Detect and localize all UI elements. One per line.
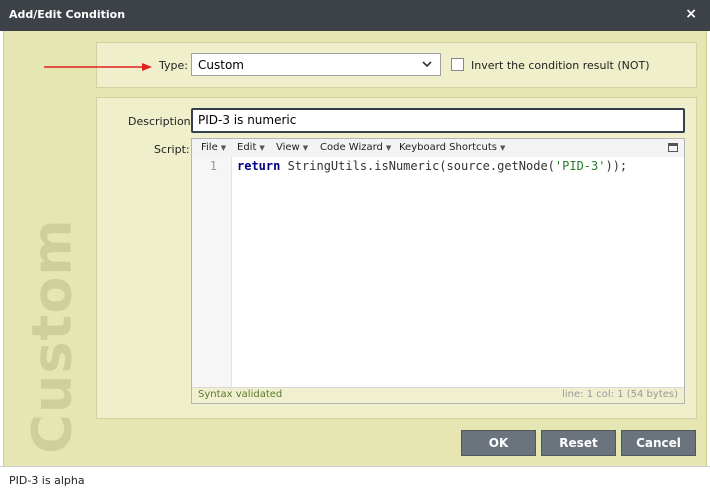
invert-checkbox[interactable] <box>451 58 464 71</box>
menu-code-wizard-label: Code Wizard <box>320 142 383 153</box>
caret-down-icon: ▼ <box>220 144 227 152</box>
description-label: Description: <box>128 115 195 128</box>
menu-keyboard-shortcuts[interactable]: Keyboard Shortcuts ▼ <box>399 142 505 153</box>
code-line: return StringUtils.isNumeric(source.getN… <box>237 159 627 173</box>
code-string: 'PID-3' <box>554 159 606 173</box>
line-gutter: 1 <box>192 157 232 387</box>
menu-code-wizard[interactable]: Code Wizard ▼ <box>320 142 391 153</box>
type-watermark: Custom <box>26 221 78 451</box>
invert-label[interactable]: Invert the condition result (NOT) <box>471 59 650 72</box>
ok-button[interactable]: OK <box>461 430 536 456</box>
script-editor[interactable]: File ▼ Edit ▼ View ▼ Code Wizard ▼ Keyboard … <box>191 138 685 404</box>
title-bar: Add/Edit Condition × <box>0 0 710 31</box>
caret-down-icon: ▼ <box>500 144 506 152</box>
chevron-down-icon <box>422 61 432 68</box>
caret-down-icon: ▼ <box>302 144 309 152</box>
dialog-title: Add/Edit Condition <box>9 8 126 21</box>
script-label: Script: <box>154 143 190 156</box>
footer-text: PID-3 is alpha <box>9 474 85 487</box>
syntax-status: Syntax validated <box>198 389 283 400</box>
menu-keyboard-shortcuts-label: Keyboard Shortcuts <box>399 142 497 153</box>
code-call: StringUtils.isNumeric(source.getNode( <box>280 159 555 173</box>
code-keyword: return <box>237 159 281 173</box>
cursor-position: line: 1 col: 1 (54 bytes) <box>562 389 678 400</box>
editor-toolbar: File ▼ Edit ▼ View ▼ Code Wizard ▼ Keyboard … <box>192 139 684 157</box>
line-number: 1 <box>209 159 217 173</box>
maximize-icon[interactable] <box>668 143 678 152</box>
type-select-value: Custom <box>198 58 244 72</box>
menu-edit[interactable]: Edit ▼ <box>237 142 265 153</box>
menu-edit-label: Edit <box>237 142 257 153</box>
menu-file[interactable]: File ▼ <box>201 142 226 153</box>
menu-view-label: View <box>276 142 300 153</box>
code-close: )); <box>605 159 628 173</box>
editor-status-bar: Syntax validated line: 1 col: 1 (54 byte… <box>192 387 684 403</box>
code-area[interactable]: return StringUtils.isNumeric(source.getN… <box>233 157 684 387</box>
menu-file-label: File <box>201 142 218 153</box>
description-input[interactable]: PID-3 is numeric <box>191 108 685 133</box>
menu-view[interactable]: View ▼ <box>276 142 308 153</box>
close-icon[interactable]: × <box>685 6 697 22</box>
red-arrow-icon <box>44 63 152 71</box>
type-select[interactable]: Custom <box>191 53 441 76</box>
reset-button[interactable]: Reset <box>541 430 616 456</box>
caret-down-icon: ▼ <box>259 144 265 152</box>
cancel-button[interactable]: Cancel <box>621 430 696 456</box>
caret-down-icon: ▼ <box>385 144 392 152</box>
type-label: Type: <box>159 59 188 72</box>
watermark-text: Custom <box>26 221 78 451</box>
footer-bar: PID-3 is alpha <box>0 466 710 493</box>
description-value: PID-3 is numeric <box>198 113 297 127</box>
